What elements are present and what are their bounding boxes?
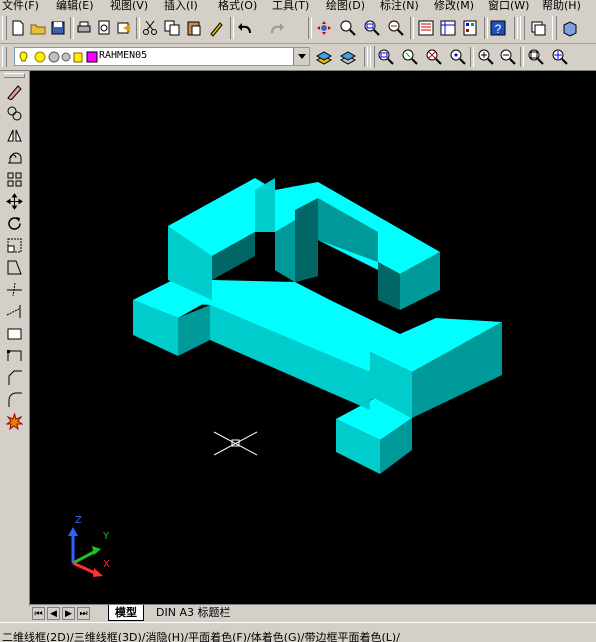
menu-draw[interactable]: 绘图(D) [326, 0, 365, 13]
modify-toolbar [0, 71, 30, 606]
redo-icon[interactable] [266, 18, 286, 38]
toolpalette-icon[interactable] [460, 18, 480, 38]
standard-toolbar: ? [0, 13, 596, 44]
prev-tab-icon[interactable]: ◀ [47, 607, 60, 620]
zoom-out-icon[interactable] [498, 47, 518, 67]
command-line: 二维线框(2D)/三维线框(3D)/消隐(H)/平面着色(F)/体着色(G)/带… [0, 622, 596, 642]
join-icon[interactable] [4, 345, 24, 365]
menu-format[interactable]: 格式(O) [218, 0, 257, 13]
menu-tools[interactable]: 工具(T) [272, 0, 309, 13]
zoom-dynamic-icon[interactable] [400, 47, 420, 67]
ucs-axis-icon [68, 527, 103, 577]
new-icon[interactable] [8, 18, 28, 38]
zoom-all-icon[interactable] [526, 47, 546, 67]
stretch-icon[interactable] [4, 257, 24, 277]
model-face [295, 198, 318, 282]
view-icon[interactable] [560, 18, 580, 38]
menu-edit[interactable]: 编辑(E) [56, 0, 94, 13]
move-icon[interactable] [4, 191, 24, 211]
matchprop-icon[interactable] [206, 18, 226, 38]
extend-icon[interactable] [4, 301, 24, 321]
menu-help[interactable]: 帮助(H) [542, 0, 581, 13]
rotate-icon[interactable] [4, 213, 24, 233]
help-icon[interactable]: ? [488, 18, 508, 38]
zoom-center-icon[interactable] [448, 47, 468, 67]
zoom-realtime-icon[interactable] [338, 18, 358, 38]
scale-icon[interactable] [4, 235, 24, 255]
first-tab-icon[interactable]: ⏮ [32, 607, 45, 620]
properties-icon[interactable] [416, 18, 436, 38]
undo-icon[interactable] [236, 18, 256, 38]
cut-icon[interactable] [140, 18, 160, 38]
open-icon[interactable] [28, 18, 48, 38]
layer-name: RAHMEN05 [99, 50, 148, 61]
tab-layout[interactable]: DIN A3 标题栏 [150, 605, 236, 620]
menu-file[interactable]: 文件(F) [2, 0, 39, 13]
zoom-in-icon[interactable] [476, 47, 496, 67]
model-drawing: Z Y X [68, 178, 502, 577]
zoom-previous-icon[interactable] [386, 18, 406, 38]
offset-icon[interactable] [4, 147, 24, 167]
drawing-viewport[interactable]: Z Y X [30, 71, 596, 606]
menu-modify[interactable]: 修改(M) [434, 0, 474, 13]
break-icon[interactable] [4, 323, 24, 343]
pan-icon[interactable] [314, 18, 334, 38]
svg-text:?: ? [495, 22, 502, 36]
zoom-window-icon[interactable] [362, 18, 382, 38]
chamfer-icon[interactable] [4, 367, 24, 387]
ucs-z-label: Z [75, 515, 82, 526]
designcenter-icon[interactable] [438, 18, 458, 38]
ucs-icon[interactable] [528, 18, 548, 38]
zoom-extents-icon[interactable] [550, 47, 570, 67]
menu-dimension[interactable]: 标注(N) [380, 0, 419, 13]
last-tab-icon[interactable]: ⏭ [77, 607, 90, 620]
preview-icon[interactable] [94, 18, 114, 38]
menu-insert[interactable]: 插入(I) [164, 0, 198, 13]
zoom-scale-icon[interactable] [424, 47, 444, 67]
copy-object-icon[interactable] [4, 103, 24, 123]
copy-icon[interactable] [162, 18, 182, 38]
explode-icon[interactable] [4, 411, 24, 431]
layer-state-icons [19, 51, 98, 63]
publish-icon[interactable] [114, 18, 134, 38]
save-icon[interactable] [48, 18, 68, 38]
crosshair-cursor [213, 431, 258, 456]
layer-previous-icon[interactable] [314, 47, 334, 67]
tab-model[interactable]: 模型 [108, 605, 144, 621]
paste-icon[interactable] [184, 18, 204, 38]
array-icon[interactable] [4, 169, 24, 189]
zoom-window-icon[interactable] [376, 47, 396, 67]
chevron-down-icon[interactable] [293, 48, 309, 65]
fillet-icon[interactable] [4, 389, 24, 409]
ucs-y-label: Y [102, 531, 110, 542]
layout-tab-bar: ⏮ ◀ ▶ ⏭ 模型 DIN A3 标题栏 [30, 604, 596, 622]
menu-window[interactable]: 窗口(W) [488, 0, 529, 13]
print-icon[interactable] [74, 18, 94, 38]
layer-manager-icon[interactable] [338, 47, 358, 67]
menu-bar: 文件(F) 编辑(E) 视图(V) 插入(I) 格式(O) 工具(T) 绘图(D… [0, 0, 596, 13]
trim-icon[interactable] [4, 279, 24, 299]
menu-view[interactable]: 视图(V) [110, 0, 148, 13]
ucs-x-label: X [103, 559, 110, 570]
erase-icon[interactable] [4, 81, 24, 101]
toolbar-grip[interactable] [2, 16, 7, 40]
layer-combobox[interactable]: RAHMEN05 [14, 47, 310, 66]
command-prompt-text: 二维线框(2D)/三维线框(3D)/消隐(H)/平面着色(F)/体着色(G)/带… [2, 631, 400, 642]
next-tab-icon[interactable]: ▶ [62, 607, 75, 620]
3d-model [133, 178, 502, 474]
mirror-icon[interactable] [4, 125, 24, 145]
